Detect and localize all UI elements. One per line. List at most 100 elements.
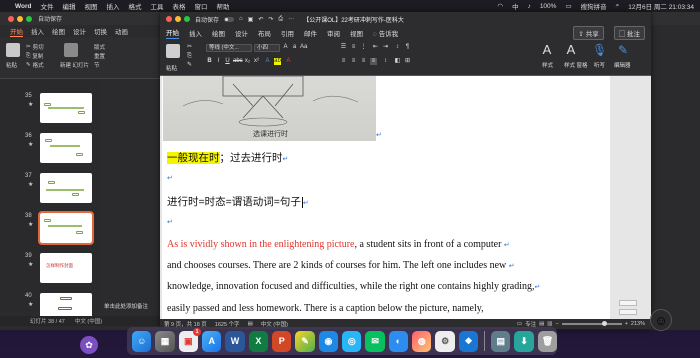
menu-file[interactable]: 文件 [41,1,54,11]
ppt-tab-home[interactable]: 开始 [10,26,23,37]
tab-home[interactable]: 开始 [166,27,179,39]
italic-button[interactable]: I [215,58,222,65]
line-spacing-icon[interactable]: ↕ [382,58,389,65]
styles-icon[interactable]: A [540,43,554,57]
zoom-slider[interactable] [561,321,622,326]
tab-mailings[interactable]: 邮件 [304,28,317,38]
share-button[interactable]: ⇪ 共享 [573,26,604,40]
align-center-icon[interactable]: ≡ [350,58,357,65]
autosave-toggle[interactable] [224,16,235,22]
ppt-tab-transitions[interactable]: 切换 [94,26,107,36]
more-icon[interactable]: ··· [288,16,294,22]
powerpoint-app-icon[interactable]: P [272,330,292,352]
print-icon[interactable]: ⎙ [278,16,283,23]
downloads-icon[interactable]: ⬇ [514,330,534,352]
essay-line-3[interactable]: knowledge, innovation focused and diffic… [167,281,540,292]
grow-font-icon[interactable]: A [282,44,289,51]
search-icon[interactable]: ⌕ [616,2,620,10]
ppt-paste-icon[interactable] [6,43,20,57]
tab-review[interactable]: 审阅 [327,28,340,38]
sort-icon[interactable]: ↕ [394,44,401,51]
paste-icon[interactable] [166,44,180,58]
bullets-icon[interactable]: ☰ [340,44,347,51]
tab-insert[interactable]: 插入 [189,28,202,38]
strikethrough-button[interactable]: abc [233,58,243,65]
multilevel-list-icon[interactable]: ⋮ [360,44,367,51]
camera-overlay-button[interactable]: ☺ [650,309,672,331]
ppt-tab-insert[interactable]: 插入 [31,26,44,36]
formula-line[interactable]: 进行时=时态=谓语动词=句子 ↵ [167,194,309,209]
app-store-icon[interactable]: A [202,330,222,352]
volume-icon[interactable]: ♪ [528,3,531,10]
trash-icon[interactable]: 🗑 [537,330,558,352]
essay-line-4[interactable]: easily passed and less homework. There i… [167,303,484,314]
save-icon[interactable]: ▣ [248,16,254,23]
launchpad-icon[interactable]: ▦ [155,330,175,352]
shrink-font-icon[interactable]: a [291,44,298,51]
undo-icon[interactable]: ↶ [258,16,263,23]
tell-me-box[interactable]: ◌ 告诉我 [373,28,398,38]
minimize-icon[interactable] [17,15,23,22]
ppt-tab-design[interactable]: 设计 [73,26,86,36]
preview-icon[interactable]: ▤ [491,330,511,352]
font-size-select[interactable]: 小四 [254,44,280,52]
ppt-reset-button[interactable]: 重置 [94,52,105,60]
justify-icon[interactable]: ≡ [370,58,377,65]
close-icon[interactable] [8,15,14,22]
new-slide-icon[interactable] [64,43,78,57]
zoom-level[interactable]: 213% [631,321,645,327]
superscript-button[interactable]: x² [253,58,260,65]
qq-app-icon[interactable]: ◎ [342,330,362,352]
menu-table[interactable]: 表格 [173,1,186,11]
menu-window[interactable]: 窗口 [195,1,208,11]
menu-edit[interactable]: 编辑 [63,1,76,11]
shading-icon[interactable]: ◧ [394,58,401,65]
numbering-icon[interactable]: ≡ [350,44,357,51]
ppt-copy-button[interactable]: ⎘ 复制 [26,52,43,61]
subscript-button[interactable]: x₂ [244,58,251,65]
tab-draw[interactable]: 绘图 [212,28,225,38]
slide-thumbnail[interactable] [40,93,92,123]
highlight-color-icon[interactable]: ab [274,58,281,65]
menu-insert[interactable]: 插入 [107,1,120,11]
tab-design[interactable]: 设计 [235,28,248,38]
meeting-app-icon[interactable]: ◐ [388,330,409,352]
align-right-icon[interactable]: ≡ [360,58,367,65]
wifi-icon[interactable]: ◠ [497,2,503,10]
slide-thumbnail[interactable]: 怎样制作封面 [40,253,92,283]
zoom-in-icon[interactable]: + [625,321,628,327]
calendar-icon[interactable]: ▣ 1 [178,327,202,352]
tab-view[interactable]: 视图 [350,28,363,38]
menu-view[interactable]: 视图 [85,1,98,11]
change-case-icon[interactable]: Aa [300,44,307,51]
underline-button[interactable]: U [224,58,231,65]
battery-icon[interactable]: ▭ [565,2,571,10]
increase-indent-icon[interactable]: ⇥ [382,44,389,51]
slide-thumbnail[interactable] [40,173,92,203]
wechat-icon[interactable]: ✉ [365,330,385,352]
chrome-icon[interactable]: ◍ [412,330,432,352]
essay-line-1[interactable]: As is vividly shown in the enlightening … [167,239,510,250]
tab-references[interactable]: 引用 [281,28,294,38]
input-lang-indicator[interactable]: 中 [512,1,519,11]
align-left-icon[interactable]: ≡ [340,58,347,65]
zoom-out-icon[interactable]: − [555,321,558,327]
ppt-cut-button[interactable]: ✂ 剪切 [26,43,44,51]
font-name-select[interactable]: 等线 (中文... [206,44,252,52]
photo-app-icon[interactable]: ❖ [458,330,479,352]
ppt-tab-animations[interactable]: 动画 [115,26,128,36]
menu-help[interactable]: 帮助 [217,1,230,11]
close-icon[interactable] [166,16,172,22]
notes-app-icon[interactable]: ✎ [295,330,315,352]
ppt-section-button[interactable]: 节 [94,61,100,69]
slide-thumbnail-selected[interactable] [38,211,94,245]
cartoon-image[interactable]: 选课进行时 [163,76,376,141]
menu-tools[interactable]: 工具 [151,1,164,11]
next-page-button[interactable] [619,309,637,315]
finder-icon[interactable]: ☺ [132,330,152,352]
word-app-icon[interactable]: W [225,330,245,352]
ppt-notes-placeholder[interactable]: 单击此处添加备注 [100,302,165,312]
excel-app-icon[interactable]: X [248,330,269,352]
text-effects-icon[interactable]: A [264,58,271,65]
borders-icon[interactable]: ⊞ [404,58,411,65]
